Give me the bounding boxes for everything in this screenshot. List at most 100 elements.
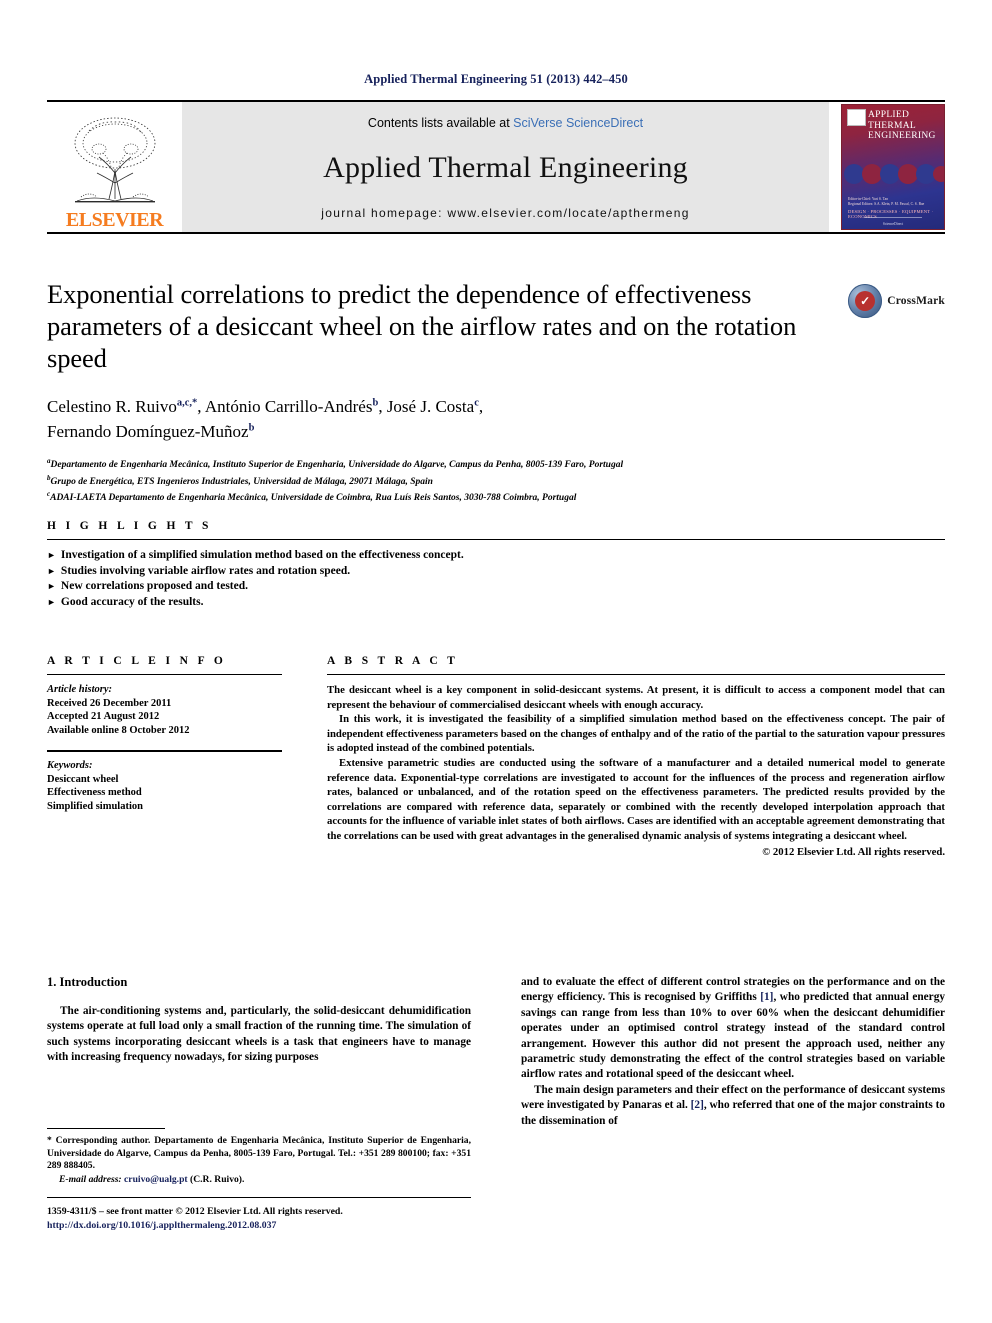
cover-title-line1: APPLIED [868,110,910,120]
highlight-item: ► New correlations proposed and tested. [47,579,945,595]
citation-link[interactable]: [1] [760,991,773,1003]
cover-editors: Editor-in-Chief: Yuri S. Tan Regional Ed… [848,197,939,207]
affiliation-text: Grupo de Energética, ETS Ingenieros Indu… [50,477,433,488]
author-name: Fernando Domínguez-Muñoz [47,422,249,442]
check-icon: ✓ [860,294,871,308]
body-paragraph: The air-conditioning systems and, partic… [47,1005,471,1064]
highlight-text: Studies involving variable airflow rates… [60,564,351,577]
paper-page: Applied Thermal Engineering 51 (2013) 44… [0,0,992,1323]
bullet-arrow-icon: ► [47,581,56,591]
author-name: Celestino R. Ruivo [47,396,177,416]
abstract-paragraph: In this work, it is investigated the fea… [327,713,945,755]
contents-available-line: Contents lists available at SciVerse Sci… [368,116,643,130]
abstract-heading: A B S T R A C T [327,655,459,667]
highlights-list: ► Investigation of a simplified simulatio… [47,548,945,610]
highlight-item: ► Good accuracy of the results. [47,595,945,611]
author-affil-mark[interactable]: b [249,423,255,434]
masthead-bottom-rule [47,232,945,234]
keyword-item: Simplified simulation [47,800,143,812]
abstract-paragraph: Extensive parametric studies are conduct… [327,756,945,842]
crossmark-badge[interactable]: ✓ CrossMark [848,284,945,318]
cover-editor-line2: Regional Editors: S.A. Klein, P. M. Pasc… [848,202,925,206]
body-paragraph: and to evaluate the effect of different … [521,975,945,1083]
highlights-rule [47,539,945,540]
elsevier-tree-icon [74,117,155,203]
email-link[interactable]: cruivo@ualg.pt [124,1174,188,1185]
keywords-block: Keywords: Desiccant wheel Effectiveness … [47,750,282,813]
article-history-label: Article history: [47,684,113,695]
body-left-column: 1. Introduction The air-conditioning sys… [47,975,471,1129]
cover-title: APPLIED THERMAL ENGINEERING [868,110,940,142]
body-paragraph: The main design parameters and their eff… [521,1083,945,1129]
article-info-column: A R T I C L E I N F O Article history: R… [47,655,282,858]
article-history-block: Article history: Received 26 December 20… [47,675,282,737]
highlight-text: New correlations proposed and tested. [60,580,249,592]
abstract-column: A B S T R A C T The desiccant wheel is a… [282,655,945,858]
cover-title-line3: ENGINEERING [868,131,936,141]
journal-cover-thumbnail: APPLIED THERMAL ENGINEERING Editor-in-Ch… [829,102,945,232]
email-owner: (C.R. Ruivo). [190,1173,245,1185]
title-block: Exponential correlations to predict the … [47,278,945,505]
bullet-arrow-icon: ► [47,565,56,576]
running-head: Applied Thermal Engineering 51 (2013) 44… [364,72,628,86]
corresponding-author-footnote: * Corresponding author. Departamento de … [47,1128,471,1186]
affiliation-text: Departamento de Engenharia Mecânica, Ins… [50,460,624,471]
affiliation-text: ADAI-LAETA Departamento de Engenharia Me… [50,493,577,504]
body-right-column: and to evaluate the effect of different … [521,975,945,1129]
article-info-heading: A R T I C L E I N F O [47,655,227,667]
author-item: José J. Costac, [386,396,484,416]
doi-link[interactable]: http://dx.doi.org/10.1016/j.applthermale… [47,1219,547,1233]
footnote-email-line: E-mail address: cruivo@ualg.pt (C.R. Rui… [47,1174,471,1187]
keyword-item: Desiccant wheel [47,773,119,785]
author-item: Celestino R. Ruivoa,c,*, [47,396,205,416]
highlights-section: H I G H L I G H T S ► Investigation of a … [47,520,945,610]
crossmark-inner-circle: ✓ [855,291,876,311]
cover-divider [864,217,922,218]
journal-title: Applied Thermal Engineering [323,151,688,184]
cover-title-line2: THERMAL [868,120,917,131]
info-abstract-section: A R T I C L E I N F O Article history: R… [47,655,945,858]
keyword-item: Effectiveness method [47,787,142,798]
highlight-text: Good accuracy of the results. [60,595,204,608]
journal-homepage-link[interactable]: journal homepage: www.elsevier.com/locat… [321,206,689,220]
sciencedirect-link[interactable]: SciVerse ScienceDirect [513,116,643,130]
contents-prefix: Contents lists available at [367,116,514,130]
elsevier-logo: ELSEVIER [47,102,182,232]
crossmark-label: CrossMark [887,295,945,307]
history-item: Received 26 December 2011 [47,697,172,709]
footnote-rule [47,1128,165,1129]
author-affil-mark[interactable]: b [372,397,378,408]
history-item: Available online 8 October 2012 [47,724,190,736]
affiliation-item: cADAI-LAETA Departamento de Engenharia M… [47,488,945,505]
abstract-body: The desiccant wheel is a key component i… [327,675,945,858]
page-footer: 1359-4311/$ – see front matter © 2012 El… [47,1205,547,1232]
cover-footer: ScienceDirect [882,222,904,226]
masthead-center: Contents lists available at SciVerse Sci… [182,102,829,232]
footnote-text: * Corresponding author. Departamento de … [47,1135,471,1172]
abstract-paragraph: The desiccant wheel is a key component i… [327,684,945,711]
affiliation-item: bGrupo de Energética, ETS Ingenieros Ind… [47,472,945,489]
elsevier-wordmark: ELSEVIER [65,209,164,231]
highlight-item: ► Studies involving variable airflow rate… [47,564,945,580]
author-list: Celestino R. Ruivoa,c,*, António Carrill… [47,392,767,443]
footer-rule [47,1197,471,1198]
history-item: Accepted 21 August 2012 [47,711,160,722]
author-affil-mark[interactable]: c [474,397,479,408]
highlight-item: ► Investigation of a simplified simulatio… [47,548,945,564]
author-name: António Carrillo-Andrés [204,396,373,416]
affiliation-item: aDepartamento de Engenharia Mecânica, In… [47,455,945,472]
body-columns: 1. Introduction The air-conditioning sys… [47,975,945,1129]
page-title: Exponential correlations to predict the … [47,279,797,373]
affiliation-list: aDepartamento de Engenharia Mecânica, In… [47,455,945,505]
cover-image: APPLIED THERMAL ENGINEERING Editor-in-Ch… [841,104,945,230]
masthead-body: ELSEVIER Contents lists available at Sci… [47,102,945,232]
bullet-arrow-icon: ► [47,596,56,607]
issn-line: 1359-4311/$ – see front matter © 2012 El… [47,1206,343,1217]
author-item: Fernando Domínguez-Muñozb [47,422,254,441]
citation-link[interactable]: [2] [691,1099,704,1111]
crossmark-icon: ✓ [848,284,883,318]
author-affil-mark[interactable]: a,c,* [177,397,197,408]
cover-elsevier-badge [847,109,866,126]
author-name: José J. Costa [386,396,475,416]
keywords-label: Keywords: [47,760,93,771]
